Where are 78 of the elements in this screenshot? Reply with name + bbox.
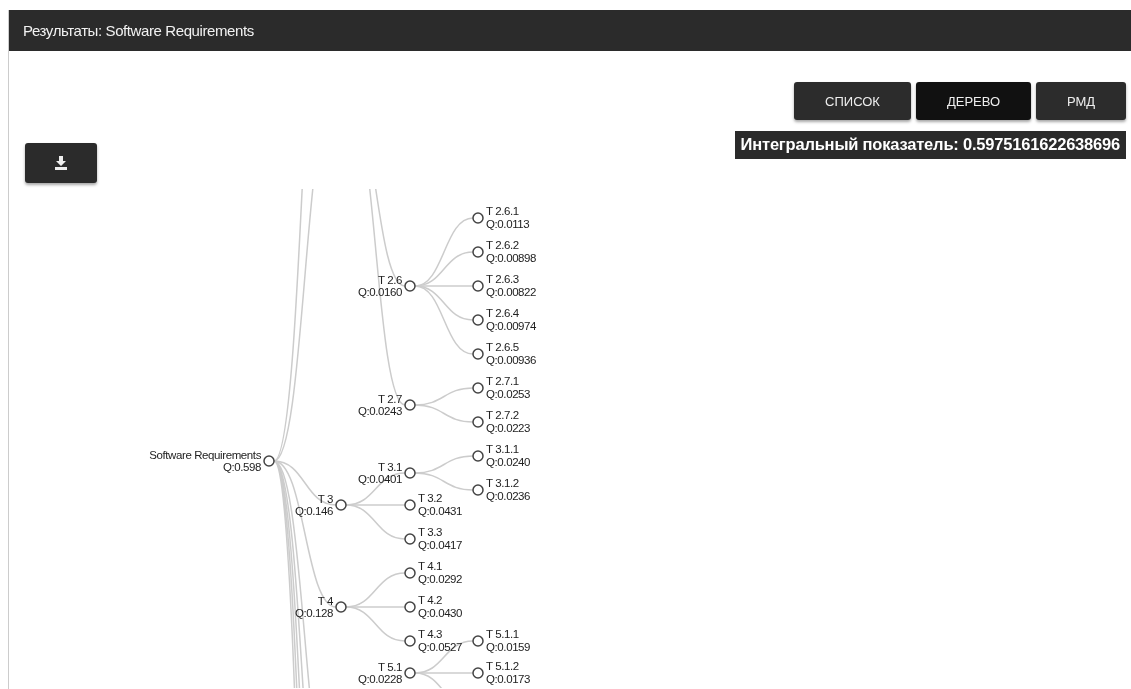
node-name: T 3.1.1	[486, 443, 519, 455]
tree-node[interactable]	[472, 382, 484, 394]
branch-line	[414, 404, 474, 423]
node-value: Q:0.0160	[357, 286, 402, 298]
download-button[interactable]	[25, 143, 97, 183]
node-value: Q:0.0173	[486, 673, 531, 685]
node-name: T 2.6.5	[486, 341, 519, 353]
tree-node[interactable]	[472, 314, 484, 326]
tree-node[interactable]	[472, 246, 484, 258]
node-value: Q:0.0113	[486, 218, 530, 230]
tree-node[interactable]	[404, 533, 416, 545]
tree-node[interactable]	[404, 635, 416, 647]
node-value: Q:0.146	[294, 505, 333, 517]
node-value: Q:0.128	[294, 607, 333, 619]
node-name: T 4.2	[418, 594, 442, 606]
node-name: T 2.6.4	[486, 307, 519, 319]
tree-node[interactable]	[472, 667, 484, 679]
node-value: Q:0.0243	[357, 405, 402, 417]
tree-node[interactable]	[404, 499, 416, 511]
tree-node[interactable]	[404, 399, 416, 411]
tree-node[interactable]	[472, 212, 484, 224]
node-name: T 3	[317, 493, 333, 505]
node-name: T 2.6.1	[486, 205, 519, 217]
node-name: T 2.7.2	[486, 409, 519, 421]
node-name: T 4.1	[418, 560, 442, 572]
tree-node[interactable]	[472, 635, 484, 647]
node-name: T 3.3	[418, 526, 442, 538]
node-name: T 3.2	[418, 492, 442, 504]
integral-indicator: Интегральный показатель: 0.5975161622638696	[734, 131, 1126, 159]
node-value: Q:0.0159	[486, 641, 531, 653]
node-name: T 2.6	[378, 274, 402, 286]
node-name: T 2.7	[378, 393, 402, 405]
node-name: T 3.1.2	[486, 477, 519, 489]
tree-node[interactable]	[404, 280, 416, 292]
node-name: T 2.7.1	[486, 375, 519, 387]
tree-node[interactable]	[335, 499, 347, 511]
node-name: T 4.3	[418, 628, 442, 640]
node-value: Q:0.00822	[486, 286, 537, 298]
tree-node[interactable]	[472, 450, 484, 462]
tree-node[interactable]	[404, 467, 416, 479]
tree-node[interactable]	[472, 280, 484, 292]
node-name: T 2.6.3	[486, 273, 519, 285]
tree-node[interactable]	[404, 601, 416, 613]
node-value: Q:0.598	[222, 461, 261, 473]
node-value: Q:0.00898	[486, 252, 537, 264]
node-value: Q:0.00936	[486, 354, 537, 366]
node-value: Q:0.0430	[418, 607, 463, 619]
node-value: Q:0.0223	[486, 422, 531, 434]
node-name: T 5.1	[378, 661, 402, 673]
node-name: Software Requirements	[149, 449, 261, 461]
view-tab[interactable]: РМД	[1036, 82, 1126, 120]
node-name: T 3.1	[378, 461, 402, 473]
node-value: Q:0.0236	[486, 490, 531, 502]
node-value: Q:0.0253	[486, 388, 531, 400]
tree-node[interactable]	[335, 601, 347, 613]
view-tab[interactable]: ДЕРЕВО	[916, 82, 1031, 120]
download-icon	[55, 156, 67, 170]
node-value: Q:0.0240	[486, 456, 531, 468]
node-value: Q:0.00974	[486, 320, 537, 332]
tree-node[interactable]	[472, 348, 484, 360]
node-value: Q:0.0228	[357, 673, 402, 685]
node-name: T 5.1.1	[486, 628, 519, 640]
node-value: Q:0.0292	[418, 573, 463, 585]
tree-node[interactable]	[263, 455, 275, 467]
node-name: T 4	[317, 595, 333, 607]
node-value: Q:0.0401	[357, 473, 402, 485]
tree-node[interactable]	[404, 567, 416, 579]
tree-node[interactable]	[472, 416, 484, 428]
branch-line	[414, 472, 474, 491]
node-value: Q:0.0417	[418, 539, 463, 551]
node-value: Q:0.0527	[418, 641, 463, 653]
view-tab[interactable]: СПИСОК	[794, 82, 911, 120]
node-value: Q:0.0431	[418, 505, 463, 517]
node-name: T 5.1.2	[486, 660, 519, 672]
window-title: Результаты: Software Requirements	[23, 22, 254, 39]
tree-node[interactable]	[472, 484, 484, 496]
tree-node[interactable]	[404, 667, 416, 679]
node-name: T 2.6.2	[486, 239, 519, 251]
